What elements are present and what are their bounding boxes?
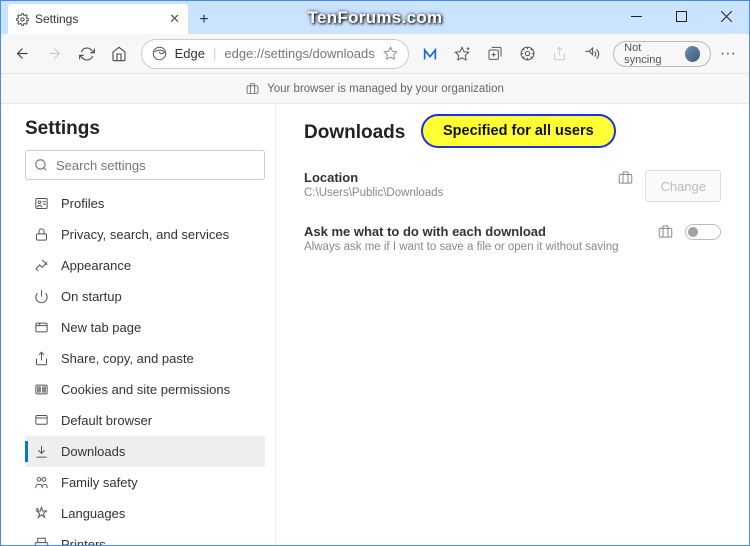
ask-download-toggle	[685, 224, 721, 240]
briefcase-icon	[246, 82, 259, 95]
sidebar-item-share-copy-and-paste[interactable]: Share, copy, and paste	[25, 343, 265, 374]
sidebar-item-default-browser[interactable]: Default browser	[25, 405, 265, 436]
browser-tab[interactable]: Settings ✕	[8, 4, 188, 34]
profile-avatar	[685, 46, 700, 62]
ask-download-sub: Always ask me if I want to save a file o…	[304, 241, 646, 253]
managed-banner: Your browser is managed by your organiza…	[1, 74, 749, 104]
edge-icon	[152, 46, 167, 61]
family-icon	[33, 475, 49, 490]
sync-button[interactable]: Not syncing	[613, 41, 711, 67]
language-icon	[33, 506, 49, 521]
browser-icon	[33, 413, 49, 428]
address-separator: |	[213, 46, 216, 61]
collections-icon[interactable]	[480, 38, 510, 70]
minimize-button[interactable]	[614, 1, 659, 31]
sidebar-item-label: Share, copy, and paste	[61, 351, 194, 366]
profile-icon	[33, 196, 49, 211]
share-icon[interactable]	[544, 38, 574, 70]
search-icon	[34, 158, 48, 172]
cookie-icon	[33, 382, 49, 397]
search-settings[interactable]	[25, 150, 265, 180]
sidebar-item-family-safety[interactable]: Family safety	[25, 467, 265, 498]
location-row: Location C:\Users\Public\Downloads Chang…	[304, 162, 721, 216]
sidebar-item-label: Languages	[61, 506, 125, 521]
lock-icon	[33, 227, 49, 242]
sidebar-item-cookies-and-site-permissions[interactable]: Cookies and site permissions	[25, 374, 265, 405]
sidebar-item-label: Downloads	[61, 444, 125, 459]
window-close-button[interactable]	[704, 1, 749, 31]
policy-icon	[618, 170, 633, 185]
sidebar-item-on-startup[interactable]: On startup	[25, 281, 265, 312]
toolbar: Edge | edge://settings/downloads Not syn…	[1, 34, 749, 74]
address-url: edge://settings/downloads	[224, 46, 374, 61]
location-path: C:\Users\Public\Downloads	[304, 187, 606, 199]
settings-sidebar: Settings Profiles Privacy, search, and se…	[1, 104, 276, 545]
sidebar-item-label: Printers	[61, 537, 106, 545]
appearance-icon	[33, 258, 49, 273]
share-icon	[33, 351, 49, 366]
favorite-icon[interactable]	[383, 46, 398, 61]
tab-close-icon[interactable]: ✕	[169, 11, 180, 27]
sidebar-item-new-tab-page[interactable]: New tab page	[25, 312, 265, 343]
download-icon	[33, 444, 49, 459]
title-bar: Settings ✕ +	[1, 1, 749, 34]
sidebar-item-appearance[interactable]: Appearance	[25, 250, 265, 281]
sidebar-item-label: New tab page	[61, 320, 141, 335]
new-tab-button[interactable]: +	[190, 6, 218, 34]
sidebar-item-label: Cookies and site permissions	[61, 382, 230, 397]
sidebar-item-label: Privacy, search, and services	[61, 227, 229, 242]
forward-button[interactable]	[39, 38, 69, 70]
managed-text: Your browser is managed by your organiza…	[267, 83, 504, 95]
tab-title: Settings	[35, 12, 78, 26]
back-button[interactable]	[7, 38, 37, 70]
settings-heading: Settings	[25, 118, 265, 140]
printer-icon	[33, 537, 49, 545]
ask-download-label: Ask me what to do with each download	[304, 224, 646, 239]
sidebar-item-label: Family safety	[61, 475, 138, 490]
sidebar-item-languages[interactable]: Languages	[25, 498, 265, 529]
gear-icon	[16, 13, 29, 26]
power-icon	[33, 289, 49, 304]
refresh-button[interactable]	[72, 38, 102, 70]
address-label: Edge	[175, 46, 205, 61]
home-button[interactable]	[104, 38, 134, 70]
sidebar-item-label: Profiles	[61, 196, 104, 211]
favorites-icon[interactable]	[447, 38, 477, 70]
malwarebytes-icon[interactable]	[415, 38, 445, 70]
sync-label: Not syncing	[624, 42, 678, 66]
change-button: Change	[645, 170, 721, 202]
annotation-callout: Specified for all users	[421, 114, 616, 148]
address-bar[interactable]: Edge | edge://settings/downloads	[141, 39, 409, 69]
maximize-button[interactable]	[659, 1, 704, 31]
more-button[interactable]: ···	[713, 38, 743, 70]
extensions-icon[interactable]	[512, 38, 542, 70]
read-aloud-icon[interactable]	[577, 38, 607, 70]
settings-main: Downloads Specified for all users Locati…	[276, 104, 749, 545]
sidebar-item-printers[interactable]: Printers	[25, 529, 265, 545]
location-label: Location	[304, 170, 606, 185]
sidebar-item-label: Default browser	[61, 413, 152, 428]
sidebar-item-downloads[interactable]: Downloads	[25, 436, 265, 467]
sidebar-item-label: On startup	[61, 289, 122, 304]
newtab-icon	[33, 320, 49, 335]
ask-download-row: Ask me what to do with each download Alw…	[304, 216, 721, 267]
sidebar-item-profiles[interactable]: Profiles	[25, 188, 265, 219]
search-input[interactable]	[56, 158, 256, 173]
sidebar-item-privacy-search-and-services[interactable]: Privacy, search, and services	[25, 219, 265, 250]
policy-icon	[658, 224, 673, 239]
sidebar-item-label: Appearance	[61, 258, 131, 273]
